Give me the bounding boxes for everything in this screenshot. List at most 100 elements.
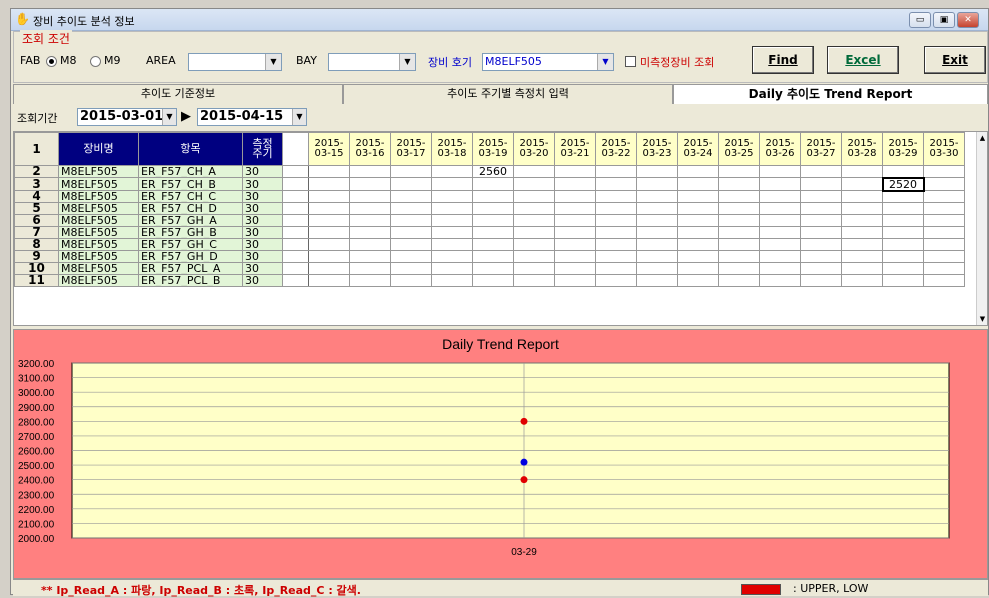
value-cell[interactable] (841, 165, 883, 178)
value-cell[interactable] (882, 214, 924, 227)
value-cell[interactable] (513, 226, 555, 239)
value-cell[interactable] (349, 165, 391, 178)
value-cell[interactable] (800, 274, 842, 287)
value-cell[interactable] (841, 262, 883, 275)
value-cell[interactable] (841, 202, 883, 215)
equip-cell[interactable]: M8ELF505 (58, 250, 139, 263)
chevron-down-icon[interactable]: ▼ (399, 54, 415, 70)
value-cell[interactable] (513, 177, 555, 191)
value-cell[interactable] (554, 238, 596, 251)
chevron-down-icon[interactable]: ▼ (162, 109, 176, 125)
value-cell[interactable] (882, 250, 924, 263)
value-cell[interactable] (800, 238, 842, 251)
value-cell[interactable] (800, 165, 842, 178)
value-cell[interactable] (390, 250, 432, 263)
value-cell[interactable] (595, 165, 637, 178)
table-row[interactable]: 10 M8ELF505 ER_F57_PCL_A 30 (14, 262, 965, 275)
value-cell[interactable] (472, 226, 514, 239)
value-cell[interactable] (759, 214, 801, 227)
value-cell[interactable] (513, 165, 555, 178)
value-cell[interactable] (882, 238, 924, 251)
value-cell[interactable] (718, 190, 760, 203)
cycle-cell[interactable]: 30 (242, 274, 283, 287)
value-cell[interactable] (554, 214, 596, 227)
table-row[interactable]: 2 M8ELF505 ER_F57_CH_A 30 2560 (14, 165, 965, 178)
equip-cell[interactable]: M8ELF505 (58, 262, 139, 275)
value-cell[interactable] (554, 226, 596, 239)
value-cell[interactable] (431, 274, 473, 287)
value-cell[interactable] (349, 250, 391, 263)
value-cell[interactable] (841, 226, 883, 239)
value-cell[interactable] (800, 262, 842, 275)
value-cell[interactable] (349, 202, 391, 215)
value-cell[interactable] (554, 202, 596, 215)
value-cell[interactable] (841, 238, 883, 251)
value-cell[interactable] (595, 226, 637, 239)
value-cell[interactable] (718, 238, 760, 251)
value-cell[interactable] (390, 262, 432, 275)
item-cell[interactable]: ER_F57_GH_A (138, 214, 243, 227)
value-cell[interactable] (923, 202, 965, 215)
value-cell[interactable] (923, 226, 965, 239)
value-cell[interactable] (718, 165, 760, 178)
equip-cell[interactable]: M8ELF505 (58, 226, 139, 239)
value-cell[interactable] (677, 274, 719, 287)
value-cell[interactable] (390, 274, 432, 287)
value-cell[interactable] (759, 238, 801, 251)
vertical-scrollbar[interactable]: ▲ ▼ (976, 132, 987, 325)
date-from-picker[interactable]: 2015-03-01 ▼ (77, 108, 177, 126)
value-cell[interactable] (390, 190, 432, 203)
value-cell[interactable] (308, 190, 350, 203)
value-cell[interactable] (677, 190, 719, 203)
value-cell[interactable] (718, 262, 760, 275)
scroll-down-icon[interactable]: ▼ (977, 313, 987, 325)
value-cell[interactable] (349, 274, 391, 287)
value-cell[interactable] (636, 274, 678, 287)
bay-select[interactable]: ▼ (328, 53, 416, 71)
value-cell[interactable] (390, 226, 432, 239)
item-cell[interactable]: ER_F57_PCL_B (138, 274, 243, 287)
value-cell[interactable] (595, 190, 637, 203)
value-cell[interactable] (595, 262, 637, 275)
value-cell[interactable] (431, 238, 473, 251)
value-cell[interactable] (431, 177, 473, 191)
value-cell[interactable] (349, 214, 391, 227)
tab-trend-basis[interactable]: 추이도 기준정보 (13, 84, 343, 104)
value-cell[interactable] (882, 202, 924, 215)
find-button[interactable]: Find (752, 46, 814, 74)
value-cell[interactable] (349, 238, 391, 251)
value-cell[interactable]: 2520 (881, 176, 925, 192)
value-cell[interactable] (677, 262, 719, 275)
chevron-down-icon[interactable]: ▼ (265, 54, 281, 70)
value-cell[interactable] (390, 202, 432, 215)
fab-radio-m9[interactable] (90, 56, 101, 67)
cycle-cell[interactable]: 30 (242, 238, 283, 251)
value-cell[interactable] (390, 238, 432, 251)
value-cell[interactable] (349, 226, 391, 239)
value-cell[interactable] (308, 262, 350, 275)
value-cell[interactable] (308, 214, 350, 227)
value-cell[interactable] (431, 165, 473, 178)
item-cell[interactable]: ER_F57_PCL_A (138, 262, 243, 275)
value-cell[interactable] (390, 214, 432, 227)
value-cell[interactable] (595, 202, 637, 215)
value-cell[interactable] (472, 262, 514, 275)
value-cell[interactable] (923, 274, 965, 287)
value-cell[interactable] (513, 202, 555, 215)
cycle-cell[interactable]: 30 (242, 214, 283, 227)
value-cell[interactable] (308, 165, 350, 178)
cycle-cell[interactable]: 30 (242, 190, 283, 203)
value-cell[interactable] (595, 214, 637, 227)
maximize-button[interactable]: ▣ (933, 12, 955, 28)
table-row[interactable]: 5 M8ELF505 ER_F57_CH_D 30 (14, 202, 965, 215)
value-cell[interactable] (472, 202, 514, 215)
value-cell[interactable] (349, 190, 391, 203)
value-cell[interactable] (472, 177, 514, 191)
value-cell[interactable] (431, 262, 473, 275)
value-cell[interactable] (554, 177, 596, 191)
value-cell[interactable] (677, 202, 719, 215)
close-button[interactable]: ✕ (957, 12, 979, 28)
value-cell[interactable] (759, 165, 801, 178)
value-cell[interactable] (513, 238, 555, 251)
value-cell[interactable] (677, 250, 719, 263)
